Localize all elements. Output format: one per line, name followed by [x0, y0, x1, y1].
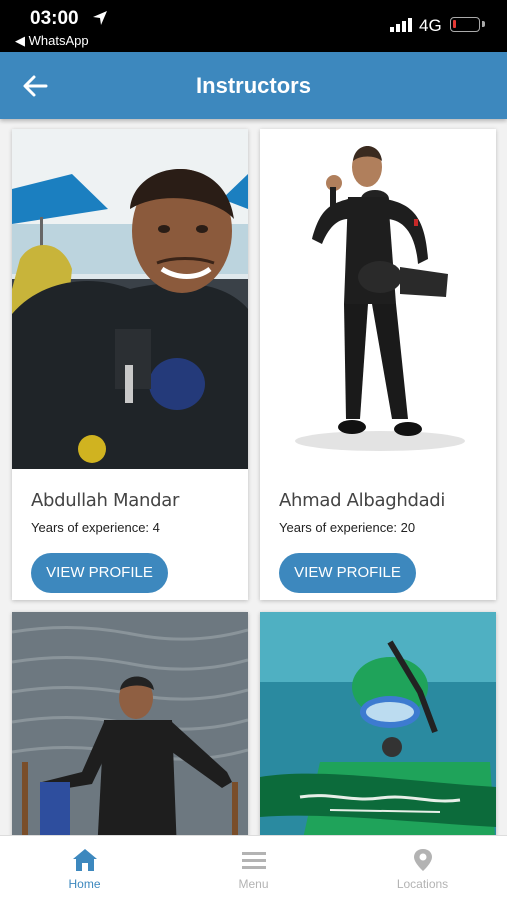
instructor-name: Ahmad Albaghdadi [279, 490, 446, 511]
view-profile-button[interactable]: VIEW PROFILE [31, 553, 168, 593]
signal-icon [390, 18, 412, 32]
instructor-photo[interactable] [12, 129, 248, 469]
instructor-experience: Years of experience: 4 [31, 520, 160, 535]
back-to-app-link[interactable]: ◀ WhatsApp [15, 33, 89, 49]
location-arrow-icon [93, 11, 107, 25]
battery-icon [450, 17, 480, 32]
instructor-experience: Years of experience: 20 [279, 520, 416, 535]
tab-home-label: Home [68, 877, 101, 891]
home-icon [73, 849, 97, 871]
page-title: Instructors [196, 73, 311, 98]
status-time: 03:00 [30, 8, 79, 29]
arrow-left-icon[interactable] [18, 70, 52, 102]
instructor-photo[interactable] [260, 129, 496, 469]
view-profile-button[interactable]: VIEW PROFILE [279, 553, 416, 593]
instructor-name: Abdullah Mandar [31, 490, 180, 511]
instructor-card: Abdullah Mandar Years of experience: 4 V… [12, 129, 248, 600]
location-pin-icon [414, 849, 432, 871]
tab-menu[interactable]: Menu [169, 836, 338, 900]
bottom-tab-bar: Home Menu Locations [0, 835, 507, 900]
tab-locations[interactable]: Locations [338, 836, 507, 900]
instructor-card [260, 612, 496, 835]
tab-menu-label: Menu [238, 877, 269, 891]
tab-home[interactable]: Home [0, 836, 169, 900]
tab-locations-label: Locations [396, 877, 449, 891]
app-header: Instructors [0, 52, 507, 119]
instructor-photo[interactable] [260, 612, 496, 835]
instructor-photo[interactable] [12, 612, 248, 835]
instructor-card: Ahmad Albaghdadi Years of experience: 20… [260, 129, 496, 600]
battery-level-fill [453, 20, 456, 28]
instructor-card [12, 612, 248, 835]
menu-icon [242, 852, 266, 869]
status-bar: 03:00 ◀ WhatsApp 4G [0, 0, 507, 52]
network-type: 4G [419, 16, 442, 35]
instructor-grid: Abdullah Mandar Years of experience: 4 V… [0, 119, 507, 835]
battery-tip [482, 21, 485, 27]
